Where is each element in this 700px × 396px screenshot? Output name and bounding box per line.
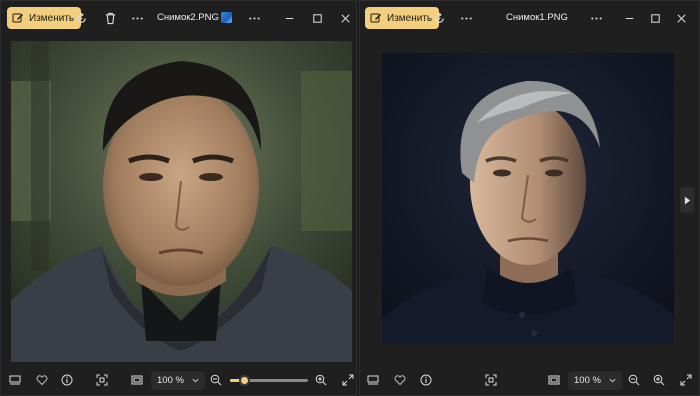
close-icon[interactable]	[673, 10, 689, 26]
zoom-level-value: 100 %	[574, 375, 601, 386]
minimize-icon[interactable]	[621, 10, 637, 26]
next-image-button[interactable]	[680, 187, 694, 213]
expand-icon[interactable]	[679, 373, 693, 387]
zoom-out-icon[interactable]	[627, 373, 641, 387]
window-title: Снимок2.PNG	[157, 12, 219, 23]
rotate-icon[interactable]	[73, 10, 89, 26]
info-icon[interactable]	[419, 373, 433, 387]
zoom-level-dropdown[interactable]: 100 %	[568, 371, 622, 390]
more-icon[interactable]	[246, 10, 262, 26]
photo-image	[382, 53, 674, 344]
expand-icon[interactable]	[341, 373, 355, 387]
zoom-in-icon[interactable]	[652, 373, 666, 387]
zoom-slider-thumb[interactable]	[239, 375, 251, 386]
titlebar: Изменить Снимок2.PNG	[1, 1, 356, 35]
more-icon[interactable]	[458, 10, 474, 26]
fit-icon[interactable]	[95, 373, 109, 387]
zoom-out-icon[interactable]	[209, 373, 223, 387]
zoom-in-icon[interactable]	[314, 373, 328, 387]
edit-icon	[12, 13, 23, 23]
close-icon[interactable]	[337, 10, 353, 26]
photo-image	[11, 41, 352, 362]
zoom-level-value: 100 %	[157, 375, 184, 386]
fit-icon[interactable]	[484, 373, 498, 387]
filmstrip-icon[interactable]	[366, 373, 380, 387]
bottom-toolbar: 100 %	[1, 365, 356, 395]
app-badge-icon	[221, 12, 232, 23]
maximize-icon[interactable]	[309, 10, 325, 26]
chevron-down-icon	[609, 378, 616, 383]
zoom-level-dropdown[interactable]: 100 %	[151, 371, 205, 390]
chevron-down-icon	[192, 378, 199, 383]
filmstrip-icon[interactable]	[8, 373, 22, 387]
bottom-toolbar: 100 %	[360, 365, 699, 395]
info-icon[interactable]	[60, 373, 74, 387]
minimize-icon[interactable]	[281, 10, 297, 26]
edit-label: Изменить	[387, 12, 433, 24]
window-title: Снимок1.PNG	[506, 12, 568, 23]
rotate-icon[interactable]	[431, 10, 447, 26]
next-arrow-icon	[684, 196, 690, 204]
delete-icon[interactable]	[102, 10, 118, 26]
titlebar: Изменить Снимок1.PNG	[360, 1, 699, 35]
fullscreen-view-icon[interactable]	[130, 373, 144, 387]
edit-button[interactable]: Изменить	[365, 7, 440, 29]
more-icon[interactable]	[129, 10, 145, 26]
more-icon[interactable]	[588, 10, 604, 26]
maximize-icon[interactable]	[647, 10, 663, 26]
edit-icon	[370, 13, 381, 23]
photos-window-left: Изменить Снимок2.PNG 100 %	[0, 0, 357, 396]
favorite-icon[interactable]	[393, 373, 407, 387]
edit-button[interactable]: Изменить	[7, 7, 82, 29]
edit-label: Изменить	[29, 12, 75, 24]
fullscreen-view-icon[interactable]	[547, 373, 561, 387]
favorite-icon[interactable]	[35, 373, 49, 387]
zoom-slider[interactable]	[230, 375, 308, 386]
